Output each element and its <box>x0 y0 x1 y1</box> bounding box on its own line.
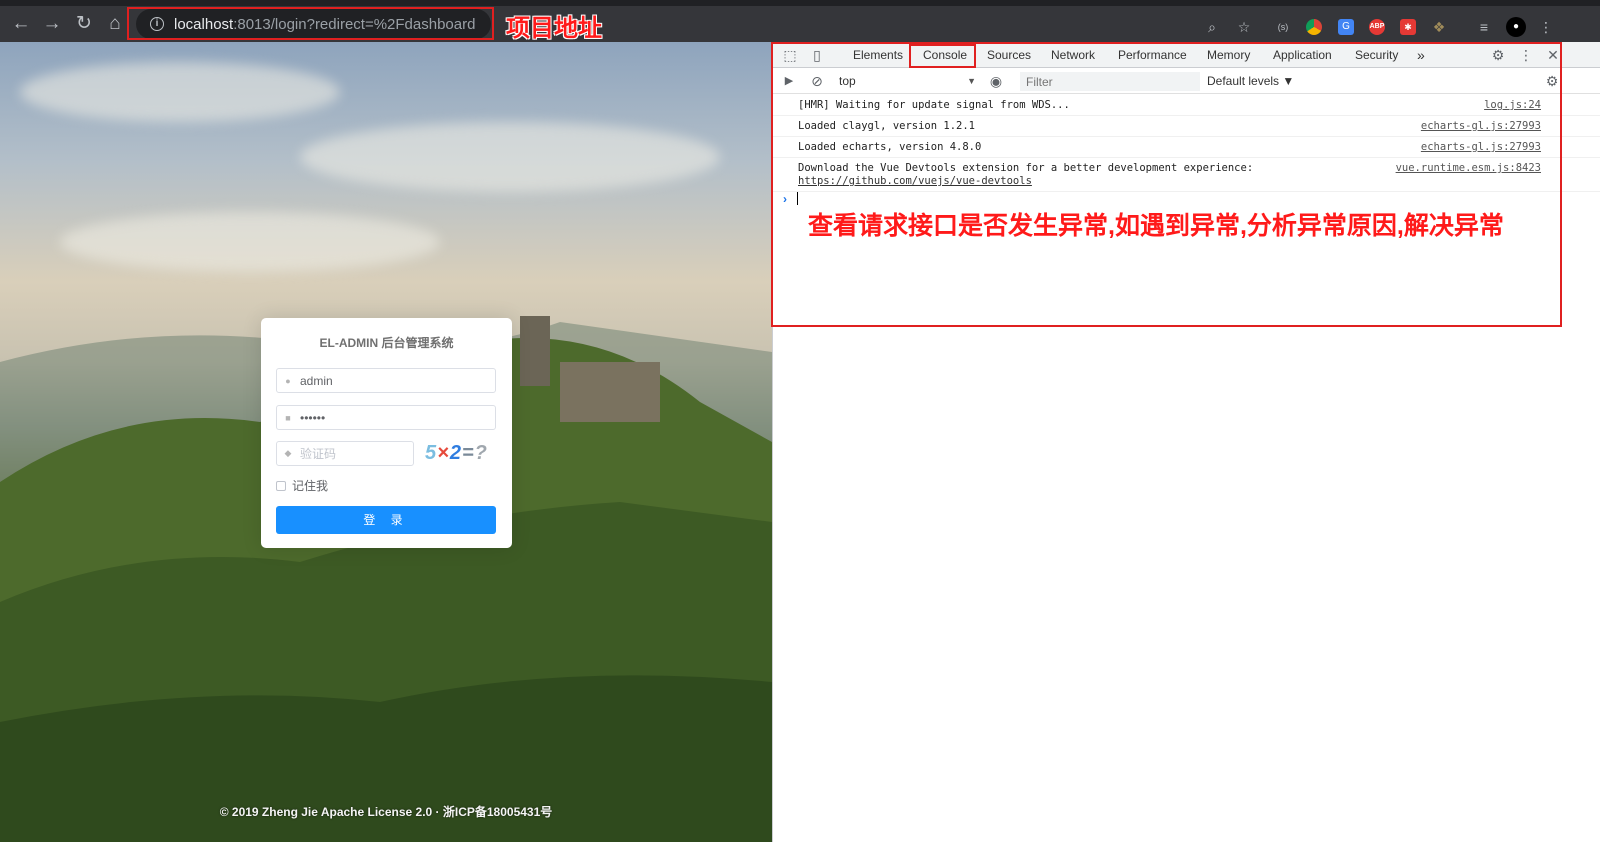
context-select[interactable]: top ▼ <box>839 72 976 91</box>
cloud <box>60 212 440 272</box>
source-link[interactable]: log.js:24 <box>1484 99 1541 112</box>
captcha-placeholder: 验证码 <box>300 447 337 461</box>
tab-performance[interactable]: Performance <box>1118 42 1187 68</box>
chrome-icon[interactable] <box>1306 19 1322 35</box>
chevron-down-icon: ▼ <box>967 76 976 86</box>
remember-label: 记住我 <box>292 479 329 493</box>
captcha-input[interactable]: ◆ 验证码 <box>276 441 414 466</box>
message-text: Download the Vue Devtools extension for … <box>798 162 1254 174</box>
user-icon: ● <box>285 375 291 386</box>
context-value: top <box>839 74 856 88</box>
console-message: Loaded echarts, version 4.8.0 echarts-gl… <box>773 137 1600 158</box>
reload-button[interactable]: ↻ <box>72 12 96 36</box>
filter-input[interactable] <box>1020 72 1200 91</box>
tab-application[interactable]: Application <box>1273 42 1332 68</box>
username-field[interactable]: ● admin <box>276 368 496 393</box>
captcha-char: = <box>461 442 475 464</box>
console-annotation: 查看请求接口是否发生异常,如遇到异常,分析异常原因,解决异常 <box>808 212 1504 240</box>
source-link[interactable]: vue.runtime.esm.js:8423 <box>1396 162 1541 175</box>
console-message: Loaded claygl, version 1.2.1 echarts-gl.… <box>773 116 1600 137</box>
source-link[interactable]: echarts-gl.js:27993 <box>1421 141 1541 154</box>
castle-tower <box>520 316 550 386</box>
devtools-tabbar: ⬚ ▯ Elements Console Sources Network Per… <box>773 42 1600 68</box>
page-footer: © 2019 Zheng Jie Apache License 2.0 · 浙I… <box>219 805 553 819</box>
login-page-background: EL-ADMIN 后台管理系统 ● admin ■ •••••• ◆ 验证码 5… <box>0 42 772 842</box>
forward-button[interactable]: → <box>40 12 64 36</box>
eye-icon[interactable]: ◉ <box>988 73 1004 89</box>
close-icon[interactable]: ✕ <box>1545 47 1561 63</box>
login-button[interactable]: 登 录 <box>276 506 496 534</box>
tab-console[interactable]: Console <box>923 42 968 68</box>
star-icon[interactable]: ☆ <box>1236 19 1252 35</box>
remember-me[interactable]: 记住我 <box>276 477 328 494</box>
reading-list-icon[interactable]: ≡ <box>1476 19 1492 35</box>
tab-security[interactable]: Security <box>1355 42 1398 68</box>
console-prompt: › <box>783 192 787 206</box>
message-text: Loaded claygl, version 1.2.1 <box>798 120 976 132</box>
inspect-icon[interactable]: ⬚ <box>782 47 798 63</box>
message-text: [HMR] Waiting for update signal from WDS… <box>798 99 1070 111</box>
password-field[interactable]: ■ •••••• <box>276 405 496 430</box>
console-input-caret[interactable] <box>797 192 798 205</box>
cloud <box>300 122 720 192</box>
source-link[interactable]: echarts-gl.js:27993 <box>1421 120 1541 133</box>
tab-network[interactable]: Network <box>1051 42 1095 68</box>
tab-memory[interactable]: Memory <box>1207 42 1250 68</box>
url-annotation: 项目地址 <box>506 15 602 42</box>
tab-elements[interactable]: Elements <box>853 42 903 68</box>
home-button[interactable]: ⌂ <box>103 12 127 36</box>
profile-icon[interactable]: ● <box>1506 17 1526 37</box>
login-card: EL-ADMIN 后台管理系统 ● admin ■ •••••• ◆ 验证码 5… <box>261 318 512 548</box>
zoom-icon[interactable]: ⌕ <box>1204 19 1220 35</box>
settings-icon[interactable]: ⚙ <box>1490 47 1506 63</box>
url-highlight-box <box>127 7 494 40</box>
castle-wall <box>560 362 660 422</box>
sidebar-toggle-icon[interactable]: ▶ <box>781 73 797 89</box>
password-value: •••••• <box>300 410 326 425</box>
more-tabs-button[interactable]: » <box>1417 42 1425 68</box>
captcha-image[interactable]: 5×2=? <box>425 442 497 466</box>
lock-icon: ■ <box>285 412 291 423</box>
kebab-menu-icon[interactable]: ⋮ <box>1518 47 1534 63</box>
tab-sources[interactable]: Sources <box>987 42 1031 68</box>
captcha-char: × <box>437 442 450 464</box>
console-settings-icon[interactable]: ⚙ <box>1544 73 1560 89</box>
console-message: [HMR] Waiting for update signal from WDS… <box>773 95 1600 116</box>
extension-icon[interactable]: (s) <box>1275 19 1291 35</box>
adblock-icon[interactable]: ABP <box>1369 19 1385 35</box>
captcha-char: 5 <box>425 442 438 464</box>
console-toolbar: ▶ ⊘ top ▼ ◉ Default levels ▼ ⚙ <box>773 69 1600 94</box>
clear-console-icon[interactable]: ⊘ <box>809 73 825 89</box>
captcha-char: 2 <box>449 442 462 464</box>
login-title: EL-ADMIN 后台管理系统 <box>319 336 454 350</box>
back-button[interactable]: ← <box>9 12 33 36</box>
translate-icon[interactable]: G <box>1338 19 1354 35</box>
menu-icon[interactable]: ⋮ <box>1538 19 1554 35</box>
console-message: Download the Vue Devtools extension for … <box>773 158 1600 192</box>
log-levels-dropdown[interactable]: Default levels ▼ <box>1207 72 1294 91</box>
cloud <box>20 62 340 122</box>
extension-icon[interactable]: ❖ <box>1431 19 1447 35</box>
message-text: Loaded echarts, version 4.8.0 <box>798 141 982 153</box>
username-value: admin <box>300 373 333 388</box>
console-messages: [HMR] Waiting for update signal from WDS… <box>773 95 1600 192</box>
puzzle-icon[interactable]: ✱ <box>1400 19 1416 35</box>
message-link[interactable]: https://github.com/vuejs/vue-devtools <box>798 175 1032 187</box>
device-toolbar-icon[interactable]: ▯ <box>809 47 825 63</box>
devtools-panel: ⬚ ▯ Elements Console Sources Network Per… <box>772 42 1600 842</box>
captcha-char: ? <box>474 442 488 464</box>
shield-icon: ◆ <box>284 448 292 458</box>
remember-checkbox[interactable] <box>276 480 286 491</box>
